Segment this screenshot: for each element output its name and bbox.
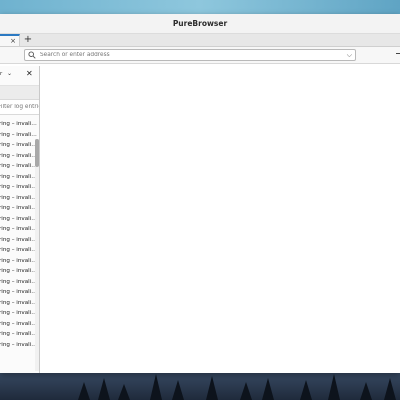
close-icon[interactable]: ✕	[26, 70, 33, 78]
log-entry[interactable]: ring – invali…	[0, 266, 39, 277]
log-entry[interactable]: ring – invali…	[0, 287, 39, 298]
tree-silhouette	[240, 382, 252, 400]
log-entry[interactable]: ring – invali…	[0, 256, 39, 267]
browser-content: r ⌄ ✕ ring – invali…ring – invali…ring –…	[0, 66, 400, 373]
browser-window: PureBrowser × + ⌵ r ⌄ ✕	[0, 14, 400, 373]
tree-silhouette	[328, 374, 340, 400]
url-bar[interactable]: ⌵	[24, 49, 356, 61]
log-list: ring – invali… ring – invali… ring – inval…	[0, 119, 39, 350]
log-entry[interactable]: ring – invali…	[0, 130, 39, 141]
log-sidebar: r ⌄ ✕ ring – invali…ring – invali…ring –…	[0, 66, 40, 373]
tree-silhouette	[98, 378, 110, 400]
window-titlebar[interactable]: PureBrowser	[0, 14, 400, 34]
tree-silhouette	[360, 382, 372, 400]
log-entry[interactable]: ring – invali…	[0, 319, 39, 330]
tree-silhouette	[206, 376, 218, 400]
url-input[interactable]	[40, 50, 340, 60]
menu-icon[interactable]	[396, 53, 400, 54]
log-entry[interactable]: ring – invali…	[0, 203, 39, 214]
log-entry[interactable]: ring – invali…	[0, 140, 39, 151]
log-entry[interactable]: ring – invali…	[0, 151, 39, 162]
log-entry[interactable]: ring – invali…	[0, 119, 39, 130]
chevron-down-icon[interactable]: ⌄	[7, 70, 12, 77]
tree-silhouette	[78, 382, 90, 400]
log-entry[interactable]: ring – invali…	[0, 308, 39, 319]
tree-silhouette	[150, 374, 162, 400]
log-scrollbar[interactable]	[35, 139, 39, 371]
log-entry[interactable]: ring – invali…	[0, 340, 39, 351]
log-entry[interactable]: ring – invali…	[0, 224, 39, 235]
log-entry[interactable]: ring – invali…	[0, 161, 39, 172]
log-entry[interactable]: ring – invali…	[0, 329, 39, 340]
search-icon	[28, 50, 38, 60]
chevron-down-icon[interactable]: ⌵	[347, 51, 352, 60]
new-tab-button[interactable]: +	[20, 34, 36, 46]
log-entry[interactable]: ring – invali…	[0, 277, 39, 288]
tree-silhouette	[300, 380, 312, 400]
tree-silhouette	[118, 384, 130, 400]
tree-silhouette	[262, 378, 274, 400]
log-entry[interactable]: ring – invali…	[0, 193, 39, 204]
log-entry[interactable]: ring – invali…	[0, 214, 39, 225]
log-entry[interactable]: ring – invali…	[0, 235, 39, 246]
scrollbar-thumb[interactable]	[35, 139, 39, 167]
sidebar-title: r	[0, 71, 3, 77]
page-viewport[interactable]	[41, 66, 400, 373]
filter-input[interactable]	[0, 104, 39, 110]
sidebar-header: r ⌄ ✕	[0, 66, 39, 86]
sidebar-toolbar	[0, 86, 39, 100]
tab-close-icon[interactable]: ×	[10, 37, 16, 45]
log-entry[interactable]: ring – invali…	[0, 172, 39, 183]
tab-bar: × +	[0, 34, 400, 47]
desktop-sky	[0, 0, 400, 14]
window-title: PureBrowser	[172, 19, 228, 28]
tab-active[interactable]: ×	[0, 34, 20, 46]
navigation-bar: ⌵	[0, 47, 400, 64]
log-entry[interactable]: ring – invali…	[0, 245, 39, 256]
log-filter[interactable]	[0, 100, 39, 115]
tree-silhouette	[172, 380, 184, 400]
log-entry[interactable]: ring – invali…	[0, 298, 39, 309]
log-entry[interactable]: ring – invali…	[0, 182, 39, 193]
tree-silhouette	[384, 378, 396, 400]
